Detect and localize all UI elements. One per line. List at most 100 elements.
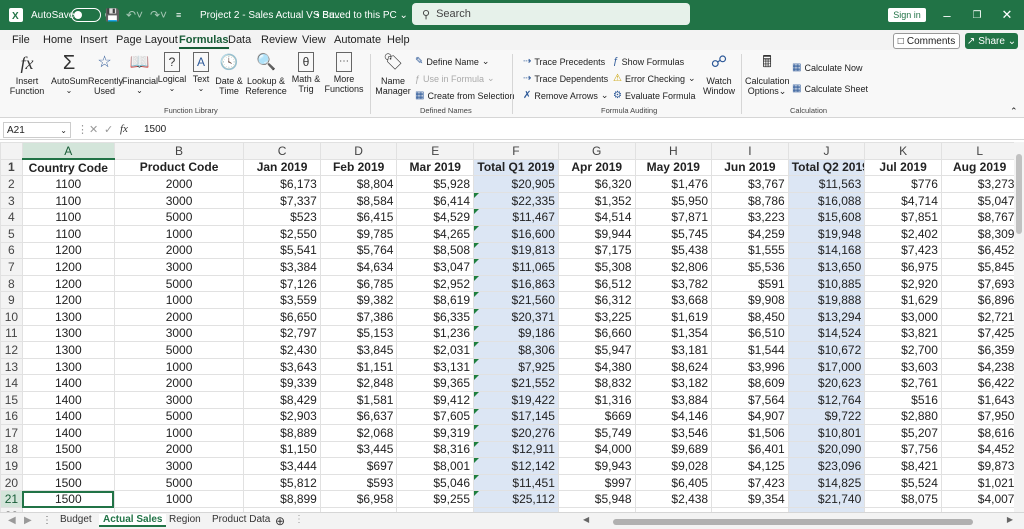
cell[interactable]: 3000 xyxy=(113,191,245,210)
cell[interactable]: $20,371 xyxy=(473,307,559,326)
cell[interactable]: $7,925 xyxy=(473,357,559,376)
cell[interactable]: 1000 xyxy=(113,490,245,509)
evaluate-formula-button[interactable]: ⚙ Evaluate Formula xyxy=(613,90,696,101)
cell[interactable]: $9,186 xyxy=(473,324,559,343)
cell[interactable]: $3,996 xyxy=(711,357,789,376)
cell[interactable]: $13,650 xyxy=(787,258,866,276)
cell[interactable]: $5,047 xyxy=(940,191,1014,210)
cell[interactable]: $7,851 xyxy=(864,208,942,226)
cell[interactable]: 1100 xyxy=(21,191,115,210)
cell[interactable]: $14,825 xyxy=(787,473,866,492)
cell[interactable]: $3,546 xyxy=(634,424,713,442)
collapse-ribbon-icon[interactable]: ⌃ xyxy=(1010,106,1018,117)
row-header[interactable]: 11 xyxy=(0,324,23,343)
cell[interactable]: $8,832 xyxy=(557,374,636,392)
cell[interactable]: 1200 xyxy=(21,291,115,309)
remove-arrows-button[interactable]: ✗ Remove Arrows ⌄ xyxy=(523,90,608,101)
cell[interactable]: $6,975 xyxy=(864,258,942,276)
cell[interactable]: $9,319 xyxy=(396,424,475,442)
column-header-e[interactable]: E xyxy=(396,142,475,160)
cell[interactable]: $8,899 xyxy=(243,490,321,509)
create-from-selection-button[interactable]: ▦ Create from Selection xyxy=(415,90,515,101)
cell[interactable]: $10,801 xyxy=(787,424,866,442)
column-title-cell[interactable]: Apr 2019 xyxy=(557,158,636,177)
cell[interactable]: $6,785 xyxy=(319,274,398,293)
row-header[interactable]: 21 xyxy=(0,490,23,509)
menu-page-layout[interactable]: Page Layout xyxy=(116,34,178,46)
cell[interactable]: $9,722 xyxy=(787,407,866,426)
column-title-cell[interactable]: Feb 2019 xyxy=(319,158,398,177)
cell[interactable]: $2,848 xyxy=(319,374,398,392)
cell[interactable]: $8,075 xyxy=(864,490,942,509)
cell[interactable]: $9,412 xyxy=(396,390,475,409)
column-header-h[interactable]: H xyxy=(634,142,713,160)
menu-help[interactable]: Help xyxy=(387,34,410,46)
cell[interactable]: $6,173 xyxy=(243,175,321,193)
cell[interactable]: $4,265 xyxy=(396,224,475,243)
cell[interactable]: $3,668 xyxy=(634,291,713,309)
column-header-g[interactable]: G xyxy=(557,142,636,160)
cell[interactable]: $7,423 xyxy=(864,241,942,260)
cell[interactable]: $10,672 xyxy=(787,341,866,359)
cell[interactable]: $8,584 xyxy=(319,191,398,210)
menu-review[interactable]: Review xyxy=(261,34,297,46)
cell[interactable]: $6,335 xyxy=(396,307,475,326)
column-header-d[interactable]: D xyxy=(319,142,398,160)
cell[interactable]: $1,506 xyxy=(711,424,789,442)
restore-icon[interactable]: ❐ xyxy=(962,0,992,30)
row-header[interactable]: 2 xyxy=(0,175,23,193)
cell[interactable]: $21,552 xyxy=(473,374,559,392)
column-title-cell[interactable]: Total Q1 2019 xyxy=(473,158,559,177)
cell[interactable]: 1200 xyxy=(21,241,115,260)
column-header-c[interactable]: C xyxy=(243,142,321,160)
cell[interactable]: $3,845 xyxy=(319,341,398,359)
cell[interactable]: $4,000 xyxy=(557,440,636,459)
cell[interactable]: $8,804 xyxy=(319,175,398,193)
cell[interactable]: 1400 xyxy=(21,407,115,426)
cell[interactable]: $8,609 xyxy=(711,374,789,392)
column-title-cell[interactable]: Country Code xyxy=(21,158,115,177)
cell[interactable]: 1000 xyxy=(113,224,245,243)
cell[interactable]: $12,911 xyxy=(473,440,559,459)
cell[interactable]: $1,619 xyxy=(634,307,713,326)
cell[interactable]: $2,903 xyxy=(243,407,321,426)
cell[interactable]: $4,452 xyxy=(940,440,1014,459)
cell[interactable]: $1,352 xyxy=(557,191,636,210)
column-header-b[interactable]: B xyxy=(113,142,245,160)
cell[interactable]: $1,236 xyxy=(396,324,475,343)
cell[interactable]: $5,745 xyxy=(634,224,713,243)
cell[interactable]: $3,821 xyxy=(864,324,942,343)
scroll-right-icon[interactable]: ▶ xyxy=(1007,515,1013,524)
prev-sheet-icon[interactable]: ◀ xyxy=(8,515,16,526)
cell[interactable]: $6,320 xyxy=(557,175,636,193)
cell[interactable]: $5,928 xyxy=(396,175,475,193)
vertical-scrollbar[interactable] xyxy=(1014,142,1024,512)
column-title-cell[interactable]: Aug 2019 xyxy=(940,158,1014,177)
cell[interactable]: $2,438 xyxy=(634,490,713,509)
column-header-k[interactable]: K xyxy=(864,142,942,160)
cell[interactable]: 1200 xyxy=(21,274,115,293)
column-header-f[interactable]: F xyxy=(473,142,559,160)
cell[interactable]: $5,524 xyxy=(864,473,942,492)
cell[interactable]: 1300 xyxy=(21,307,115,326)
column-title-cell[interactable]: Product Code xyxy=(113,158,245,177)
column-header-l[interactable]: L xyxy=(940,142,1014,160)
cell[interactable]: $11,563 xyxy=(787,175,866,193)
formula-input[interactable]: 1500 xyxy=(144,124,166,135)
cell[interactable]: $16,088 xyxy=(787,191,866,210)
cell[interactable]: $12,142 xyxy=(473,457,559,475)
cell[interactable]: $523 xyxy=(243,208,321,226)
cell[interactable]: $19,422 xyxy=(473,390,559,409)
row-header[interactable]: 18 xyxy=(0,440,23,459)
cell[interactable]: $7,693 xyxy=(940,274,1014,293)
cell[interactable]: $8,619 xyxy=(396,291,475,309)
cell[interactable]: $19,813 xyxy=(473,241,559,260)
row-header[interactable]: 10 xyxy=(0,307,23,326)
cell[interactable]: 2000 xyxy=(113,175,245,193)
cell[interactable]: $4,125 xyxy=(711,457,789,475)
cell[interactable]: $1,555 xyxy=(711,241,789,260)
cell[interactable]: $2,068 xyxy=(319,424,398,442)
cell[interactable]: $9,339 xyxy=(243,374,321,392)
cell[interactable]: $4,907 xyxy=(711,407,789,426)
cell[interactable]: $6,401 xyxy=(711,440,789,459)
